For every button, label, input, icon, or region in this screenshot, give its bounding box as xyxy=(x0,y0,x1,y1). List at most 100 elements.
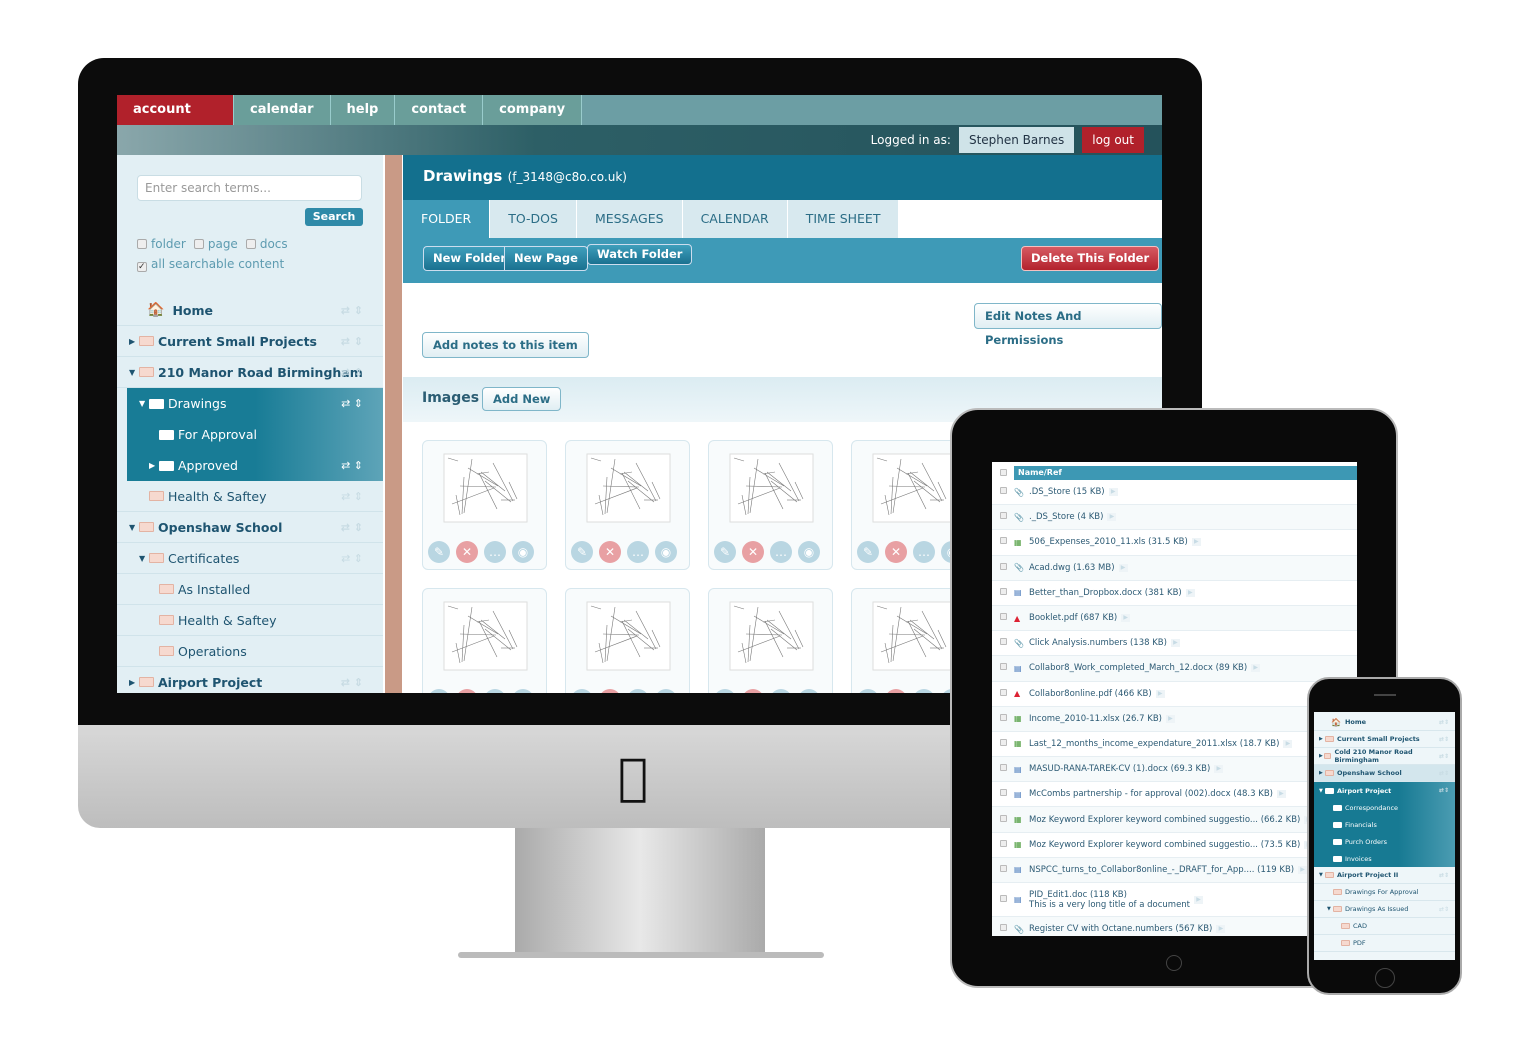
checkbox[interactable] xyxy=(137,239,147,249)
tree-item[interactable]: Operations xyxy=(117,636,383,667)
file-name[interactable]: Income_2010-11.xlsx (26.7 KB) xyxy=(1029,714,1162,724)
expand-arrow-icon[interactable]: ▼ xyxy=(139,399,149,408)
file-row[interactable]: ▤ Better_than_Dropbox.docx (381 KB) ▶ xyxy=(992,581,1357,606)
row-checkbox[interactable] xyxy=(999,587,1007,595)
file-menu-icon[interactable]: ▶ xyxy=(1214,765,1224,774)
row-checkbox[interactable] xyxy=(999,512,1007,520)
file-menu-icon[interactable]: ▶ xyxy=(1298,865,1308,874)
delete-icon[interactable]: ✕ xyxy=(456,689,478,693)
tree-item[interactable]: For Approval xyxy=(127,419,383,450)
file-menu-icon[interactable]: ▶ xyxy=(1118,563,1128,572)
move-sort-icon[interactable]: ⇄ ⇕ xyxy=(341,490,363,503)
file-menu-icon[interactable]: ▶ xyxy=(1194,895,1204,904)
tab-folder[interactable]: FOLDER xyxy=(403,200,491,238)
row-checkbox[interactable] xyxy=(999,688,1007,696)
edit-icon[interactable]: ✎ xyxy=(571,689,593,693)
search-input[interactable]: Enter search terms... xyxy=(137,175,362,201)
view-icon[interactable]: ◉ xyxy=(655,689,677,693)
row-checkbox[interactable] xyxy=(999,537,1007,545)
new-page-button[interactable]: New Page xyxy=(504,246,588,271)
comment-icon[interactable]: … xyxy=(913,541,935,563)
tree-item[interactable]: ▶ Current Small Projects ⇄ ⇕ xyxy=(117,326,383,357)
row-checkbox[interactable] xyxy=(999,562,1007,570)
tab-messages[interactable]: MESSAGES xyxy=(576,200,683,238)
move-sort-icon[interactable]: ⇄ ⇕ xyxy=(341,459,363,472)
tree-item[interactable]: ▶ Openshaw School ⇄⇕ xyxy=(1314,765,1455,782)
file-row[interactable]: ▲ Collabor8online.pdf (466 KB) ▶ xyxy=(992,682,1357,707)
file-row[interactable]: ▦ 506_Expenses_2010_11.xls (31.5 KB) ▶ xyxy=(992,530,1357,556)
file-name[interactable]: ._DS_Store (4 KB) xyxy=(1029,512,1103,522)
row-checkbox[interactable] xyxy=(999,764,1007,772)
move-sort-icon[interactable]: ⇄⇕ xyxy=(1439,906,1449,913)
view-icon[interactable]: ◉ xyxy=(655,541,677,563)
nav-tab[interactable]: calendar xyxy=(234,95,331,125)
delete-icon[interactable]: ✕ xyxy=(885,541,907,563)
view-icon[interactable]: ◉ xyxy=(798,689,820,693)
file-name[interactable]: NSPCC_turns_to_Collabor8online_-_DRAFT_f… xyxy=(1029,865,1294,875)
select-all-checkbox[interactable] xyxy=(999,468,1007,476)
filter-folder[interactable]: folder xyxy=(137,237,186,251)
file-menu-icon[interactable]: ▶ xyxy=(1155,689,1165,698)
filter-docs[interactable]: docs xyxy=(245,237,288,251)
comment-icon[interactable]: … xyxy=(627,689,649,693)
comment-icon[interactable]: … xyxy=(484,541,506,563)
file-menu-icon[interactable]: ▶ xyxy=(1108,488,1118,497)
file-row[interactable]: 📎 ._DS_Store (4 KB) ▶ xyxy=(992,505,1357,531)
new-folder-button[interactable]: New Folder xyxy=(423,246,516,271)
comment-icon[interactable]: … xyxy=(627,541,649,563)
edit-icon[interactable]: ✎ xyxy=(857,689,879,693)
move-sort-icon[interactable]: ⇄ ⇕ xyxy=(341,304,363,317)
row-checkbox[interactable] xyxy=(999,713,1007,721)
file-row[interactable]: 📎 .DS_Store (15 KB) ▶ xyxy=(992,480,1357,506)
image-thumbnail[interactable]: ✎ ✕ … ◉ xyxy=(565,440,690,570)
comment-icon[interactable]: … xyxy=(913,689,935,693)
edit-icon[interactable]: ✎ xyxy=(714,689,736,693)
user-name[interactable]: Stephen Barnes xyxy=(958,127,1075,153)
file-name[interactable]: 506_Expenses_2010_11.xls (31.5 KB) xyxy=(1029,537,1188,547)
file-name[interactable]: MASUD-RANA-TAREK-CV (1).docx (69.3 KB) xyxy=(1029,764,1210,774)
file-menu-icon[interactable]: ▶ xyxy=(1170,639,1180,648)
move-sort-icon[interactable]: ⇄⇕ xyxy=(1439,872,1449,879)
comment-icon[interactable]: … xyxy=(770,541,792,563)
add-notes-button[interactable]: Add notes to this item xyxy=(422,332,589,358)
tree-item[interactable]: As Installed xyxy=(117,574,383,605)
file-name[interactable]: Better_than_Dropbox.docx (381 KB) xyxy=(1029,588,1182,598)
row-checkbox[interactable] xyxy=(999,738,1007,746)
move-sort-icon[interactable]: ⇄ ⇕ xyxy=(341,552,363,565)
move-sort-icon[interactable]: ⇄⇕ xyxy=(1439,787,1449,794)
nav-tab[interactable]: contact xyxy=(395,95,484,125)
row-checkbox[interactable] xyxy=(999,839,1007,847)
view-icon[interactable]: ◉ xyxy=(798,541,820,563)
delete-icon[interactable]: ✕ xyxy=(742,689,764,693)
row-checkbox[interactable] xyxy=(999,894,1007,902)
row-checkbox[interactable] xyxy=(999,487,1007,495)
delete-icon[interactable]: ✕ xyxy=(456,541,478,563)
nav-tab[interactable]: company xyxy=(483,95,583,125)
tree-item[interactable]: CAD xyxy=(1314,918,1455,935)
tree-item[interactable]: PDF xyxy=(1314,935,1455,952)
tab-calendar[interactable]: CALENDAR xyxy=(682,200,788,238)
checkbox[interactable] xyxy=(245,239,256,249)
file-row[interactable]: ▦ Moz Keyword Explorer keyword combined s… xyxy=(992,833,1357,858)
image-thumbnail[interactable]: ✎ ✕ … ◉ xyxy=(565,588,690,693)
file-name[interactable]: Collabor8_Work_completed_March_12.docx (… xyxy=(1029,663,1247,673)
expand-arrow-icon[interactable]: ▼ xyxy=(139,554,149,563)
delete-icon[interactable]: ✕ xyxy=(599,689,621,693)
row-checkbox[interactable] xyxy=(999,613,1007,621)
edit-icon[interactable]: ✎ xyxy=(714,541,736,563)
file-menu-icon[interactable]: ▶ xyxy=(1121,614,1131,623)
edit-icon[interactable]: ✎ xyxy=(428,689,450,693)
nav-tab[interactable]: account home xyxy=(117,95,234,147)
file-name[interactable]: Moz Keyword Explorer keyword combined su… xyxy=(1029,840,1300,850)
row-checkbox[interactable] xyxy=(999,663,1007,671)
filter-page[interactable]: page xyxy=(193,237,238,251)
file-name[interactable]: Last_12_months_income_expendature_2011.x… xyxy=(1029,739,1279,749)
file-menu-icon[interactable]: ▶ xyxy=(1276,790,1286,799)
move-sort-icon[interactable]: ⇄ ⇕ xyxy=(341,676,363,689)
comment-icon[interactable]: … xyxy=(770,689,792,693)
file-menu-icon[interactable]: ▶ xyxy=(1283,739,1293,748)
tab-time-sheet[interactable]: TIME SHEET xyxy=(787,200,900,238)
tree-item[interactable]: ▼ Airport Project II ⇄⇕ xyxy=(1314,867,1455,884)
tree-item[interactable]: ▼ Drawings As Issued ⇄⇕ xyxy=(1314,901,1455,918)
image-thumbnail[interactable]: ✎ ✕ … ◉ xyxy=(422,588,547,693)
